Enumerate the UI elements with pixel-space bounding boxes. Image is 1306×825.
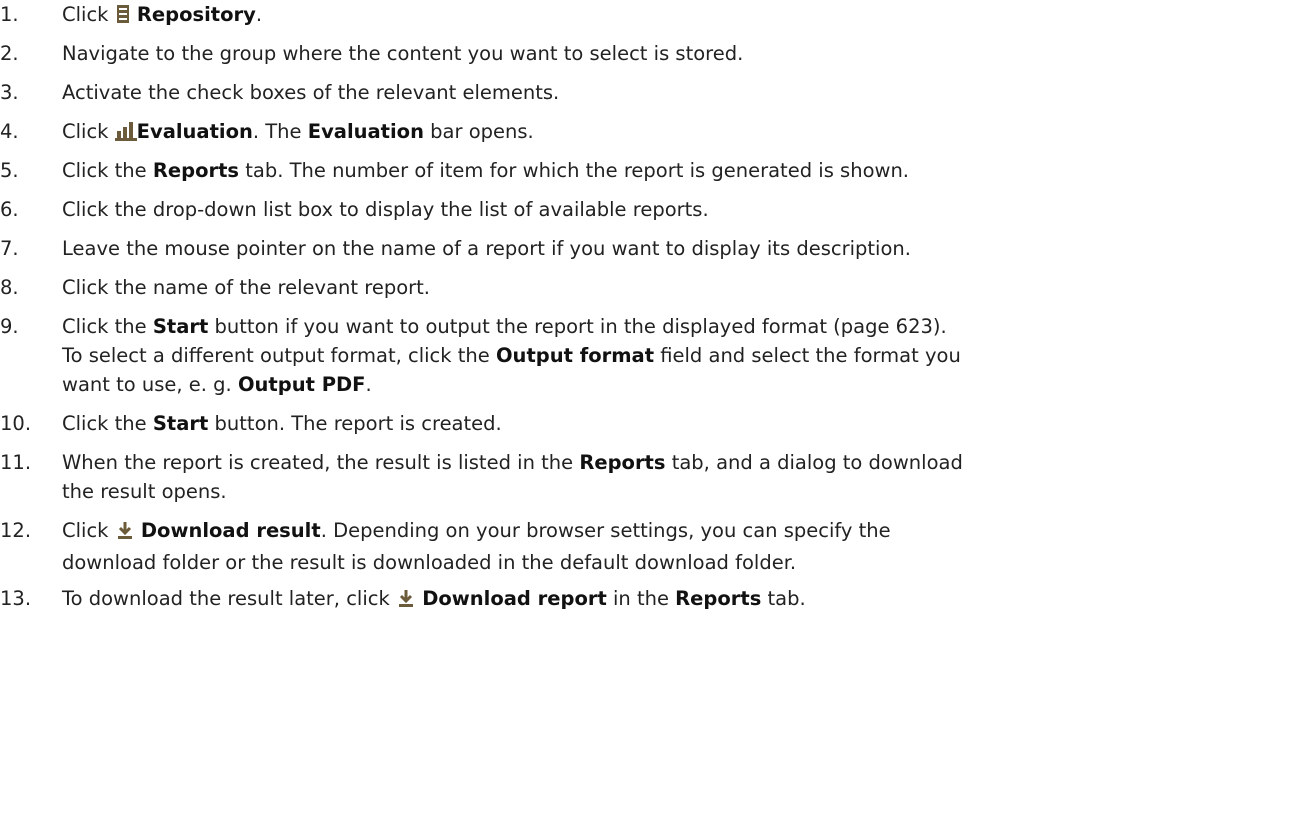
repository-icon — [115, 3, 131, 32]
step-number: 8. — [0, 276, 19, 299]
step-text: Click the Start button. The report is cr… — [62, 412, 502, 435]
step-text: Click Evaluation. The Evaluation bar ope… — [62, 117, 1300, 149]
step-number: 4. — [0, 120, 19, 143]
step-text: Click the name of the relevant report. — [62, 276, 431, 299]
step-number: 12. — [0, 519, 32, 542]
step-text: To download the result later, click Down… — [62, 584, 1300, 616]
download-icon — [115, 519, 135, 548]
step-text: Click Download result. Depending on your… — [62, 519, 891, 574]
step-text: Click Repository. — [62, 0, 1300, 32]
step-text: Activate the check boxes of the relevant… — [62, 81, 560, 104]
step-number: 10. — [0, 412, 32, 435]
step-text: Navigate to the group where the content … — [62, 42, 744, 65]
evaluation-icon — [114, 120, 137, 149]
step-number: 3. — [0, 81, 19, 104]
step-number: 11. — [0, 451, 32, 474]
step-text: Click the Start button if you want to ou… — [62, 315, 961, 396]
step-number: 1. — [0, 3, 19, 26]
step-number: 13. — [0, 587, 32, 610]
step-text: Click the Reports tab. The number of ite… — [62, 159, 910, 182]
step-text: Leave the mouse pointer on the name of a… — [62, 237, 911, 260]
step-text: Click the drop-down list box to display … — [62, 198, 709, 221]
step-text: When the report is created, the result i… — [62, 451, 963, 503]
step-number: 7. — [0, 237, 19, 260]
step-number: 9. — [0, 315, 19, 338]
step-number: 5. — [0, 159, 19, 182]
step-number: 2. — [0, 42, 19, 65]
step-number: 6. — [0, 198, 19, 221]
download-icon — [396, 587, 416, 616]
